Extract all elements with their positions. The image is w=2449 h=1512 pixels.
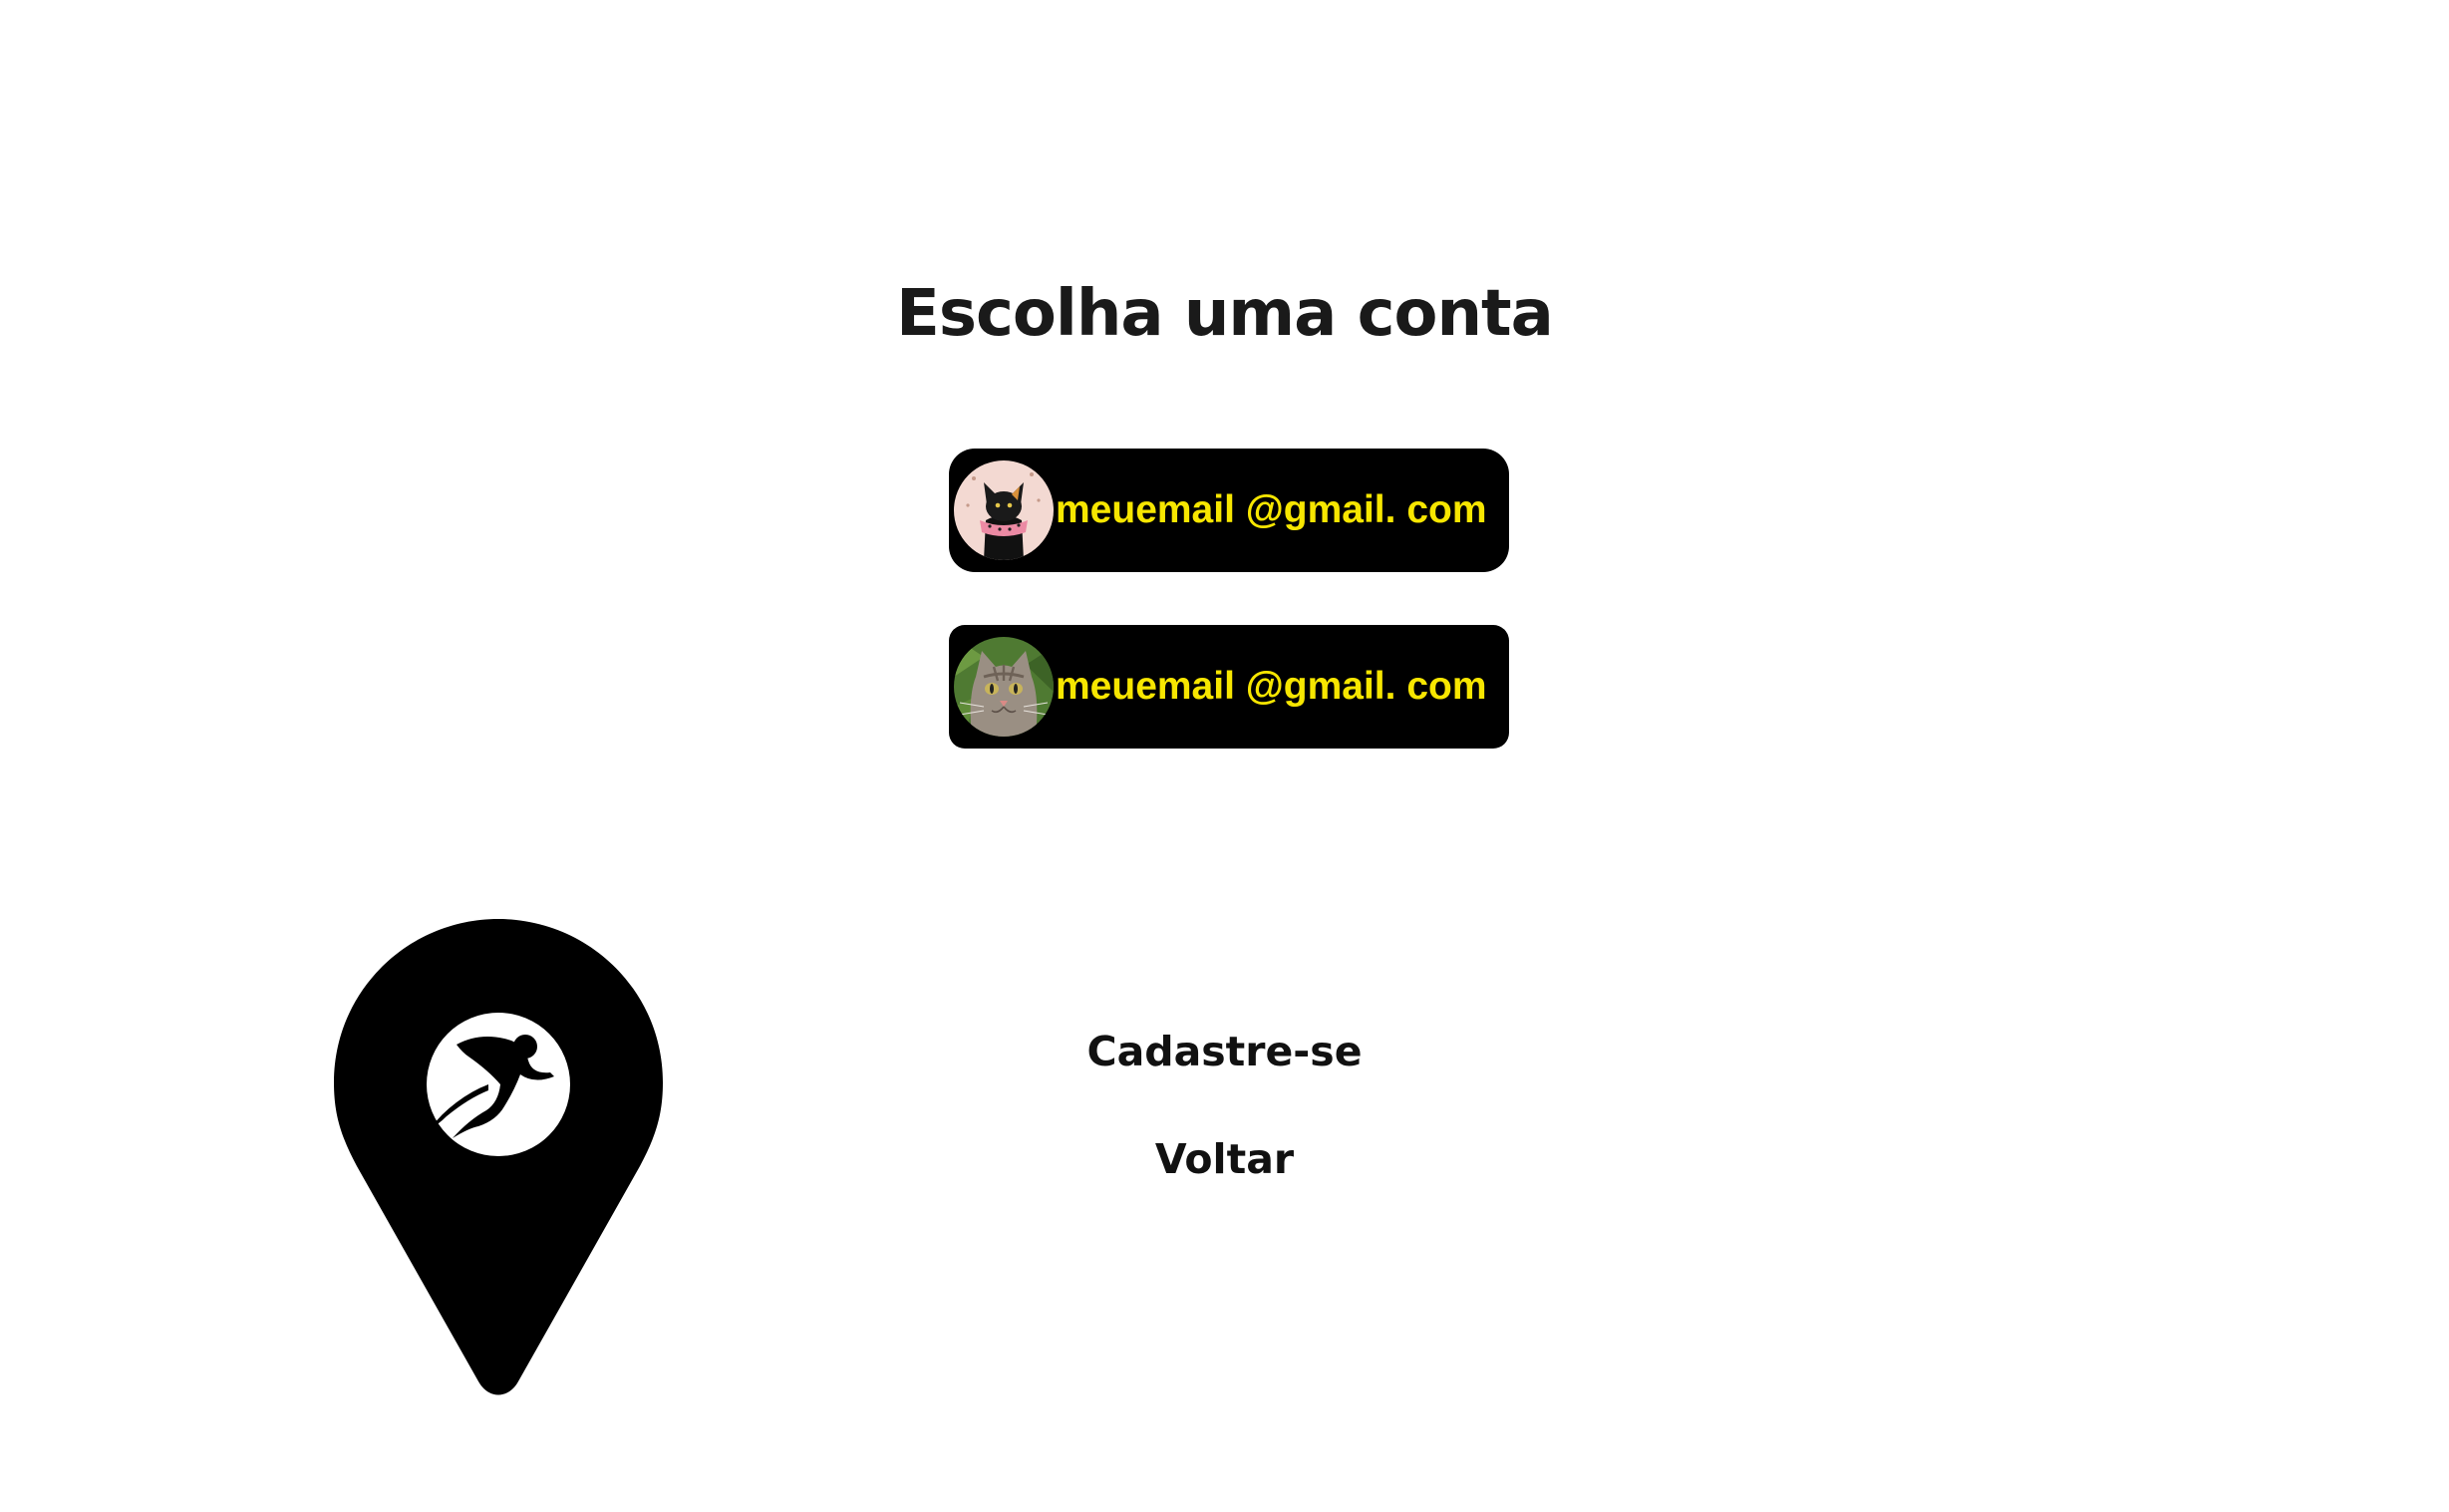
black-cat-avatar-icon xyxy=(954,460,1054,560)
location-pin-runner-logo xyxy=(329,915,668,1403)
account-email: meuemail @gmail. com xyxy=(1056,488,1487,531)
account-option-2[interactable]: meuemail @gmail. com xyxy=(949,625,1509,749)
account-chooser-screen: Escolha uma conta meuemail @gmail. com m… xyxy=(0,0,2449,1512)
page-title: Escolha uma conta xyxy=(896,277,1554,351)
account-option-1[interactable]: meuemail @gmail. com xyxy=(949,449,1509,572)
tabby-cat-avatar-icon xyxy=(954,637,1054,737)
account-email: meuemail @gmail. com xyxy=(1056,665,1487,708)
